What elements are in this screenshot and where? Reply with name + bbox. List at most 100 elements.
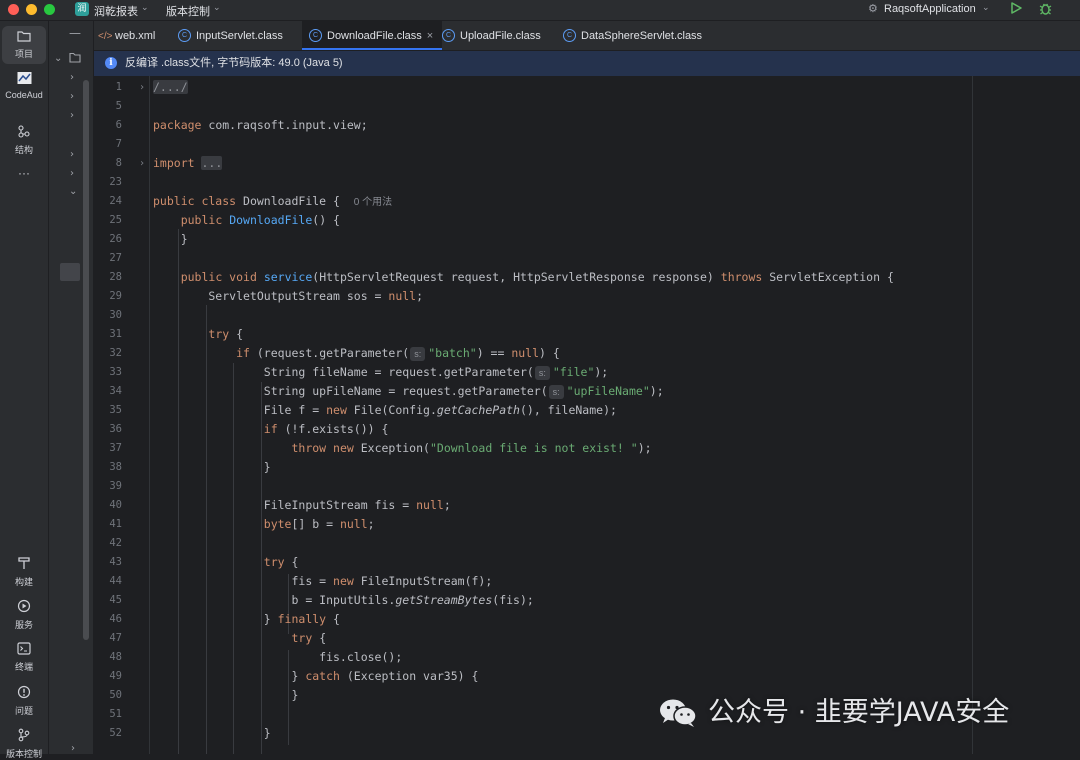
code-line: 45 b = InputUtils.getStreamBytes(fis); <box>94 591 1080 610</box>
code-line: 28 public void service(HttpServletReques… <box>94 268 1080 287</box>
more-tools-button[interactable]: ··· <box>2 166 46 182</box>
code-line: 37 throw new Exception("Download file is… <box>94 439 1080 458</box>
line-number: 43 <box>109 556 122 568</box>
code-line: 48 fis.close(); <box>94 648 1080 667</box>
line-number: 52 <box>109 727 122 739</box>
tool-label: 终端 <box>14 662 33 672</box>
line-number: 27 <box>109 252 122 264</box>
code-line: 29 ServletOutputStream sos = null; <box>94 287 1080 306</box>
code-line: 7 <box>94 135 1080 154</box>
hammer-icon <box>2 556 46 574</box>
chevron-right-icon[interactable]: › <box>70 149 74 160</box>
line-number: 8 <box>115 157 122 169</box>
tool-build-button[interactable]: 构建 <box>2 556 46 590</box>
usage-hint[interactable]: 0 个用法 <box>354 197 392 208</box>
run-icon[interactable] <box>1009 1 1023 19</box>
tab-downloadfile[interactable]: C DownloadFile.class × <box>302 21 442 50</box>
chevron-down-icon[interactable]: ⌄ <box>69 186 77 197</box>
tab-dataasphereservlet[interactable]: C DataSphereServlet.class <box>563 21 723 50</box>
code-line: 46 } finally { <box>94 610 1080 629</box>
tree-selected-row[interactable] <box>60 263 80 281</box>
zoom-window-button[interactable] <box>44 4 55 15</box>
code-line: 1 › /.../ <box>94 78 1080 97</box>
line-number: 49 <box>109 670 122 682</box>
code-line: 43 try { <box>94 553 1080 572</box>
title-bar: 润 润乾报表 ⌄ 版本控制 ⌄ ⚙ RaqsoftApplication ⌄ <box>0 0 1080 21</box>
project-badge-icon: 润 <box>75 2 89 16</box>
vcs-menu[interactable]: 版本控制 <box>166 3 210 19</box>
code-line: 38 } <box>94 458 1080 477</box>
line-number: 24 <box>109 195 122 207</box>
left-tool-window-bar: 项目 CodeAud 结构 ··· 构建 服务 终端 问题 版本控制 <box>0 21 49 759</box>
chevron-down-icon[interactable]: ⌄ <box>54 53 62 64</box>
line-number: 23 <box>109 176 122 188</box>
problems-icon <box>2 685 46 703</box>
code-line: 42 <box>94 534 1080 553</box>
tool-project-button[interactable]: 项目 <box>2 26 46 64</box>
tool-problems-button[interactable]: 问题 <box>2 685 46 719</box>
run-config-icon: ⚙ <box>868 2 878 15</box>
chevron-right-icon[interactable]: › <box>71 743 75 754</box>
info-icon: i <box>105 57 117 69</box>
collapsed-comment[interactable]: /.../ <box>153 80 188 94</box>
editor-tab-bar: </> web.xml C InputServlet.class C Download… <box>94 21 1080 51</box>
folder-icon <box>2 30 46 46</box>
tool-services-button[interactable]: 服务 <box>2 599 46 633</box>
tab-inputservlet[interactable]: C InputServlet.class <box>178 21 318 50</box>
chevron-down-icon[interactable]: ⌄ <box>982 3 990 13</box>
tool-label: 问题 <box>14 706 33 716</box>
line-number: 51 <box>109 708 122 720</box>
code-editor[interactable]: 1 › /.../ 5 6 package com.raqsoft.input.vie… <box>83 76 1080 754</box>
line-number: 44 <box>109 575 122 587</box>
line-number: 46 <box>109 613 122 625</box>
code-line: 40 FileInputStream fis = null; <box>94 496 1080 515</box>
code-line: 39 <box>94 477 1080 496</box>
line-number: 41 <box>109 518 122 530</box>
line-number: 35 <box>109 404 122 416</box>
tool-label: 版本控制 <box>5 749 42 759</box>
chevron-right-icon[interactable]: › <box>70 110 74 121</box>
debug-icon[interactable] <box>1038 1 1053 20</box>
chevron-down-icon[interactable]: ⌄ <box>213 3 221 13</box>
tool-terminal-button[interactable]: 终端 <box>2 642 46 676</box>
tool-label: 结构 <box>14 145 33 155</box>
chevron-right-icon[interactable]: › <box>70 91 74 102</box>
tree-scrollbar[interactable] <box>83 80 89 640</box>
line-number: 28 <box>109 271 122 283</box>
chevron-right-icon[interactable]: › <box>70 72 74 83</box>
collapse-panel-icon[interactable]: — <box>69 26 81 40</box>
code-line: 33 String fileName = request.getParamete… <box>94 363 1080 382</box>
codeaudit-icon <box>2 71 46 89</box>
tab-uploadfile[interactable]: C UploadFile.class <box>442 21 560 50</box>
collapsed-imports[interactable]: ... <box>201 156 223 170</box>
fold-expand-icon[interactable]: › <box>139 78 145 97</box>
close-tab-icon[interactable]: × <box>427 30 433 42</box>
code-line: 24 public class DownloadFile { 0 个用法 <box>94 192 1080 211</box>
tab-label: InputServlet.class <box>196 30 283 42</box>
line-number: 6 <box>115 119 122 131</box>
run-config-selector[interactable]: RaqsoftApplication <box>884 3 976 15</box>
tab-web-xml[interactable]: </> web.xml <box>98 21 176 50</box>
class-file-icon: C <box>563 28 576 42</box>
minimize-window-button[interactable] <box>26 4 37 15</box>
line-number: 40 <box>109 499 122 511</box>
project-name-menu[interactable]: 润乾报表 <box>94 3 138 19</box>
chevron-down-icon[interactable]: ⌄ <box>141 3 149 13</box>
line-number: 39 <box>109 480 122 492</box>
fold-expand-icon[interactable]: › <box>139 154 145 173</box>
code-line: 23 <box>94 173 1080 192</box>
line-number: 26 <box>109 233 122 245</box>
close-window-button[interactable] <box>8 4 19 15</box>
tool-structure-button[interactable]: 结构 <box>2 125 46 159</box>
line-number: 1 <box>115 81 122 93</box>
param-hint: s: <box>410 347 426 361</box>
code-line: 44 fis = new FileInputStream(f); <box>94 572 1080 591</box>
line-number: 33 <box>109 366 122 378</box>
chevron-right-icon[interactable]: › <box>70 168 74 179</box>
line-number: 34 <box>109 385 122 397</box>
line-number: 50 <box>109 689 122 701</box>
tool-vcs-button[interactable]: 版本控制 <box>2 728 46 759</box>
tool-label: 项目 <box>14 49 33 59</box>
line-number: 36 <box>109 423 122 435</box>
tool-codeaudit-button[interactable]: CodeAud <box>2 71 46 105</box>
